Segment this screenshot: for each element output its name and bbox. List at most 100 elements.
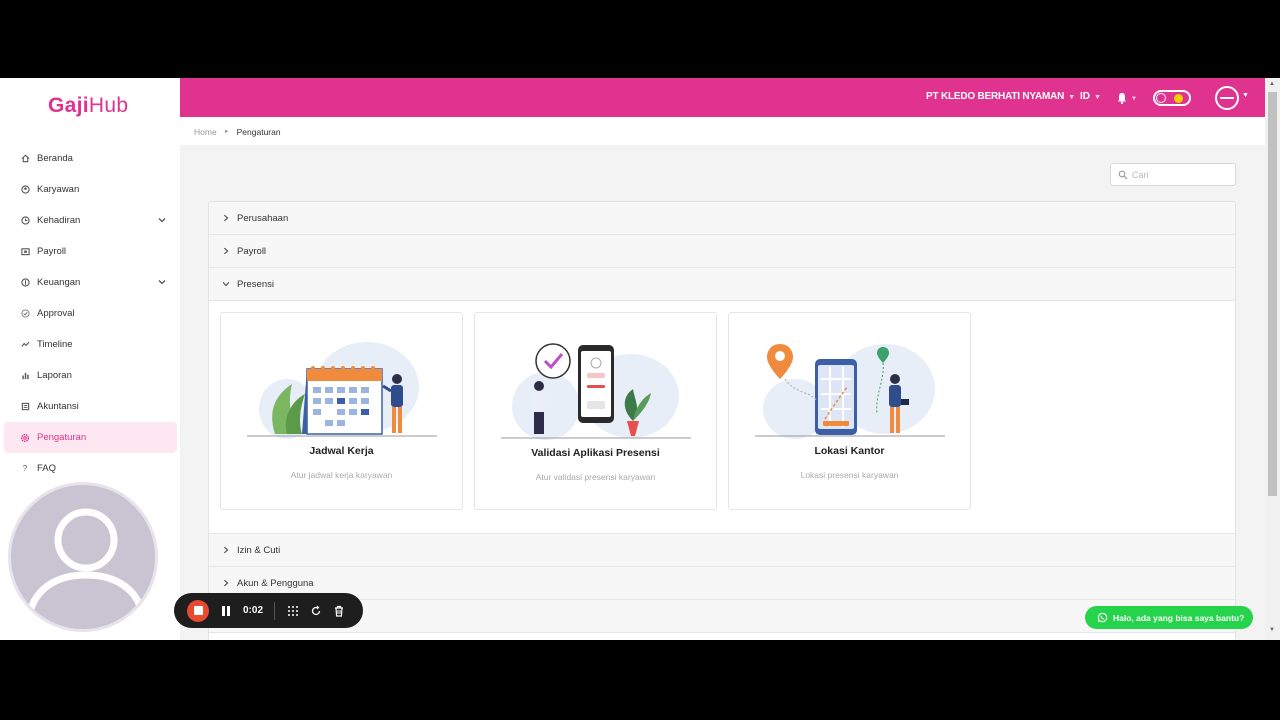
user-avatar[interactable] (1215, 86, 1239, 110)
search-icon (1118, 170, 1128, 179)
sun-icon (1174, 94, 1183, 103)
card-lokasi-kantor[interactable]: Lokasi Kantor Lokasi presensi karyawan (728, 312, 971, 510)
sidebar-item-label: Keuangan (37, 277, 81, 288)
grid-icon[interactable] (286, 604, 300, 618)
sidebar-item-beranda[interactable]: Beranda (4, 143, 177, 174)
breadcrumb: Home ► Pengaturan (194, 127, 281, 137)
sidebar-item-label: Akuntansi (37, 401, 79, 412)
gear-icon (20, 433, 30, 443)
card-description: Atur validasi presensi karyawan (535, 472, 656, 482)
sidebar-item-label: Karyawan (37, 184, 80, 195)
book-icon (20, 402, 30, 412)
divider (274, 601, 276, 620)
screen-recorder-toolbar: 0:02 (174, 593, 363, 628)
breadcrumb-home[interactable]: Home (194, 127, 217, 137)
panel-label: Payroll (237, 245, 267, 257)
panel-presensi[interactable]: Presensi (209, 268, 1235, 301)
card-title: Lokasi Kantor (814, 445, 885, 457)
chevron-right-icon (221, 578, 231, 588)
scroll-down-icon[interactable]: ▼ (1269, 627, 1275, 633)
panel-label: Presensi (237, 278, 274, 290)
clock-icon (20, 216, 30, 226)
panel-more[interactable] (209, 600, 1235, 633)
chevron-down-icon (221, 279, 231, 289)
topbar: PT KLEDO BERHATI NYAMAN ▼ ID ▼ ▼ ▼ (180, 78, 1265, 117)
card-jadwal-kerja[interactable]: Jadwal Kerja Atur jadwal kerja karyawan (220, 312, 463, 510)
panel-label: Izin & Cuti (237, 544, 281, 556)
caret-down-icon[interactable]: ▼ (1242, 92, 1249, 99)
panel-perusahaan[interactable]: Perusahaan (209, 202, 1235, 235)
phone-verify-illustration (501, 343, 691, 440)
line-chart-icon (20, 340, 30, 350)
sidebar-item-label: Laporan (37, 370, 72, 381)
card-description: Atur jadwal kerja karyawan (290, 470, 393, 480)
chevron-right-icon (221, 545, 231, 555)
whatsapp-icon (1097, 612, 1108, 623)
panel-label: Akun & Pengguna (237, 577, 314, 589)
sidebar-item-kehadiran[interactable]: Kehadiran (4, 205, 177, 236)
breadcrumb-current: Pengaturan (236, 127, 281, 137)
webcam-avatar-overlay (8, 482, 158, 632)
sidebar-item-label: Timeline (37, 339, 73, 350)
svg-text:▼: ▼ (1131, 96, 1137, 102)
restart-icon[interactable] (309, 604, 323, 618)
page-scrollbar[interactable]: ▲ ▼ (1265, 78, 1280, 640)
calendar-illustration (247, 342, 437, 439)
users-icon (20, 185, 30, 195)
caret-down-icon: ▼ (1068, 94, 1075, 101)
sidebar-item-label: Pengaturan (37, 432, 87, 443)
panel-payroll[interactable]: Payroll (209, 235, 1235, 268)
sidebar-item-akuntansi[interactable]: Akuntansi (4, 391, 177, 422)
sidebar-item-approval[interactable]: Approval (4, 298, 177, 329)
theme-toggle[interactable] (1153, 90, 1191, 106)
whatsapp-help-button[interactable]: Halo, ada yang bisa saya bantu? (1085, 606, 1253, 629)
chevron-down-icon[interactable] (157, 215, 167, 225)
card-title: Validasi Aplikasi Presensi (531, 447, 660, 459)
panel-akun-pengguna[interactable]: Akun & Pengguna (209, 567, 1235, 600)
sidebar-item-pengaturan[interactable]: Pengaturan (4, 422, 177, 453)
pause-icon[interactable] (222, 605, 232, 616)
sidebar-item-laporan[interactable]: Laporan (4, 360, 177, 391)
scroll-thumb[interactable] (1268, 92, 1277, 496)
scroll-up-icon[interactable]: ▲ (1269, 81, 1275, 87)
sidebar-item-label: Payroll (37, 246, 67, 257)
chevron-right-icon (221, 246, 231, 256)
card-description: Lokasi presensi karyawan (800, 470, 899, 480)
notification-bell-icon[interactable]: ▼ (1116, 90, 1140, 106)
sidebar-menu: Beranda Karyawan Kehadiran Payroll Keuan… (4, 143, 177, 484)
finance-icon (20, 278, 30, 288)
chevron-down-icon[interactable] (157, 277, 167, 287)
sidebar-item-timeline[interactable]: Timeline (4, 329, 177, 360)
panel-izin-cuti[interactable]: Izin & Cuti (209, 534, 1235, 567)
payroll-icon (20, 247, 30, 257)
sidebar-item-keuangan[interactable]: Keuangan (4, 267, 177, 298)
sidebar-item-label: Kehadiran (37, 215, 81, 226)
search-box[interactable] (1110, 163, 1236, 186)
caret-down-icon: ▼ (1094, 94, 1101, 101)
recording-timer: 0:02 (243, 605, 264, 616)
sidebar-item-label: Beranda (37, 153, 73, 164)
sidebar-item-faq[interactable]: ? FAQ (4, 453, 177, 484)
stop-recording-button[interactable] (187, 599, 209, 622)
check-circle-icon (20, 309, 30, 319)
breadcrumb-bar: Home ► Pengaturan (180, 117, 1265, 145)
gajihub-logo[interactable]: GajiHub (48, 94, 128, 118)
question-icon: ? (22, 464, 28, 473)
sidebar-item-karyawan[interactable]: Karyawan (4, 174, 177, 205)
sidebar-item-label: FAQ (37, 463, 57, 474)
panel-label: Perusahaan (237, 212, 289, 224)
company-selector[interactable]: PT KLEDO BERHATI NYAMAN ▼ (926, 91, 1075, 102)
sidebar-item-payroll[interactable]: Payroll (4, 236, 177, 267)
breadcrumb-separator-icon: ► (223, 129, 230, 135)
app-screen: GajiHub Beranda Karyawan Kehadiran Payro… (0, 78, 1280, 640)
home-icon (20, 154, 30, 164)
chevron-right-icon (221, 213, 231, 223)
language-selector[interactable]: ID ▼ (1080, 91, 1101, 102)
card-validasi-aplikasi-presensi[interactable]: Validasi Aplikasi Presensi Atur validasi… (474, 312, 717, 510)
search-input[interactable] (1132, 169, 1227, 180)
card-title: Jadwal Kerja (309, 445, 374, 457)
panel-presensi-body: Jadwal Kerja Atur jadwal kerja karyawan (209, 301, 1235, 534)
trash-icon[interactable] (332, 604, 346, 618)
bar-chart-icon (20, 371, 30, 381)
settings-collapse: Perusahaan Payroll Presensi Jadwal Kerja… (208, 201, 1236, 640)
